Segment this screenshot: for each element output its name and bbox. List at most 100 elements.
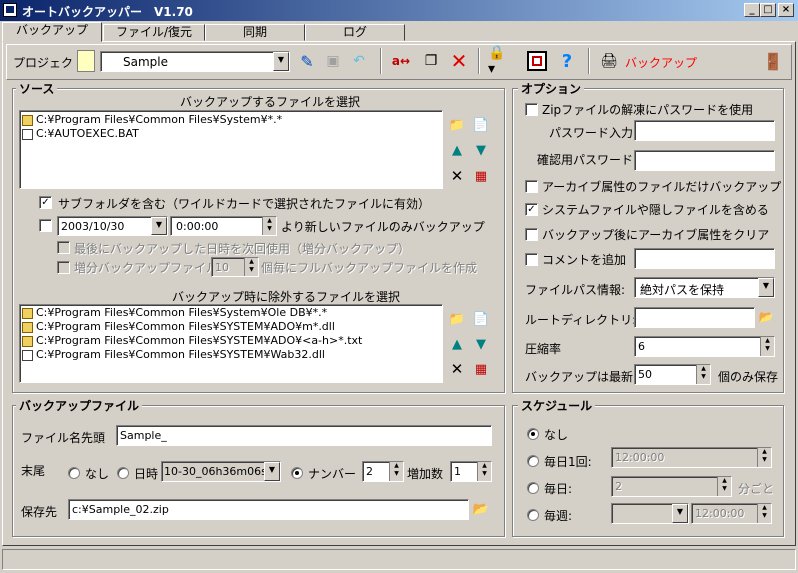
compression-input[interactable]: 6 ▲ ▼ [634,336,775,357]
confirm-password-input[interactable] [634,150,775,171]
chevron-down-icon[interactable]: ▼ [758,278,774,297]
password-label: パスワード入力 [549,126,634,140]
add-file-icon[interactable]: 📄 [472,310,490,328]
path-info-label: ファイルパス情報: [525,283,626,297]
project-select[interactable]: Sample ▼ [100,51,290,72]
spin-buttons[interactable]: ▲ ▼ [696,365,710,384]
list-item[interactable]: C:¥Program Files¥Common Files¥System¥Ole… [20,306,442,320]
project-label: プロジェクト [13,56,86,70]
spin-buttons[interactable]: ▲ ▼ [477,462,491,481]
spin-buttons[interactable]: ▲ ▼ [757,504,771,523]
list-item[interactable]: C:¥Program Files¥Common Files¥System¥*.* [20,113,442,127]
comment-input[interactable] [634,248,775,269]
path-info-select[interactable]: 絶対パスを保持 ▼ [634,277,775,298]
weekly-time-input[interactable]: 12:00:00 ▲ ▼ [691,503,772,524]
suffix-datetime-radio[interactable] [117,467,129,479]
remove-icon[interactable]: ✕ [448,167,466,185]
spin-buttons[interactable]: ▲ ▼ [262,217,276,235]
file-path: C:¥Program Files¥Common Files¥System¥Ole… [36,306,328,319]
schedule-daily-radio[interactable] [527,482,539,494]
delete-icon[interactable]: ✕ [448,49,470,73]
spin-buttons[interactable]: ▲ ▼ [244,258,258,276]
move-up-icon[interactable]: ▲ [448,335,466,353]
incremental-checkbox[interactable] [57,261,70,274]
spin-buttons[interactable]: ▲ ▼ [717,477,731,496]
incremental-count-input[interactable]: 10 ▲ ▼ [211,257,259,277]
window-icon[interactable] [527,51,547,71]
list-item[interactable]: C:¥Program Files¥Common Files¥SYSTEM¥ADO… [20,320,442,334]
dest-input[interactable]: c:¥Sample_02.zip [68,499,469,520]
tab-files-restore[interactable]: ファイル/復元 [103,24,205,41]
schedule-none-radio[interactable] [527,428,539,440]
increment-input[interactable]: 1 ▲ ▼ [450,461,492,482]
remove-icon[interactable]: ✕ [448,360,466,378]
undo-icon[interactable]: ↶ [348,50,370,72]
list-item[interactable]: C:¥Program Files¥Common Files¥SYSTEM¥ADO… [20,334,442,348]
add-file-icon[interactable]: 📄 [472,116,490,134]
root-dir-label: ルートディレクトリ: [525,313,637,327]
file-icon [22,128,33,140]
new-project-icon[interactable] [77,50,95,72]
edit-icon[interactable]: ✎ [296,50,318,72]
copy-icon[interactable]: ❐ [420,50,442,72]
suffix-number-label: ナンバー [308,467,357,481]
browse-folder-icon[interactable]: 📂 [757,308,775,326]
clear-list-icon[interactable]: ▦ [472,360,490,378]
list-item[interactable]: C:¥Program Files¥Common Files¥SYSTEM¥Wab… [20,348,442,362]
clear-archive-checkbox[interactable] [525,228,538,241]
archive-only-checkbox[interactable] [525,180,538,193]
last-backup-checkbox[interactable] [57,241,70,254]
daily-interval-input[interactable]: 2 ▲ ▼ [611,476,732,497]
backup-button[interactable]: バックアップ [625,54,697,71]
weekday-select[interactable]: ▼ [611,503,689,524]
clear-list-icon[interactable]: ▦ [472,167,490,185]
chevron-down-icon[interactable]: ▼ [151,217,167,235]
move-down-icon[interactable]: ▼ [472,141,490,159]
suffix-none-radio[interactable] [68,467,80,479]
zip-password-checkbox[interactable] [525,103,538,116]
source-file-list[interactable]: C:¥Program Files¥Common Files¥System¥*.*… [19,110,443,189]
lock-dropdown-icon[interactable]: 🔒▾ [488,45,510,77]
subfolder-checkbox[interactable]: ✓ [39,196,52,209]
minimize-button[interactable]: _ [744,3,760,17]
add-folder-icon[interactable]: 📁 [448,310,466,328]
date-filter-checkbox[interactable] [39,219,52,232]
exclude-file-list[interactable]: C:¥Program Files¥Common Files¥System¥Ole… [19,304,443,383]
move-down-icon[interactable]: ▼ [472,335,490,353]
schedule-weekly-radio[interactable] [527,509,539,521]
browse-folder-icon[interactable]: 📂 [472,500,490,518]
date-picker[interactable]: 2003/10/30 ▼ [57,216,168,236]
number-input[interactable]: 2 ▲ ▼ [362,461,404,482]
chevron-down-icon[interactable]: ▼ [273,52,289,71]
tab-backup[interactable]: バックアップ [2,22,102,42]
exit-icon[interactable]: 🚪 [762,50,784,72]
password-input[interactable] [634,120,775,141]
prefix-input[interactable]: Sample_ [116,425,492,446]
help-icon[interactable]: ? [556,50,578,72]
schedule-daily-once-radio[interactable] [527,455,539,467]
save-icon[interactable]: ▣ [322,50,344,72]
keep-count-input[interactable]: 50 ▲ ▼ [634,364,711,385]
spin-buttons[interactable]: ▲ ▼ [760,337,774,356]
system-files-checkbox[interactable]: ✓ [525,203,538,216]
tab-label: バックアップ [15,23,88,37]
list-item[interactable]: C:¥AUTOEXEC.BAT [20,127,442,141]
chevron-down-icon[interactable]: ▼ [672,504,688,523]
suffix-number-radio[interactable] [291,467,303,479]
tab-log[interactable]: ログ [305,24,405,41]
move-up-icon[interactable]: ▲ [448,141,466,159]
rename-icon[interactable]: a↔ [390,50,412,72]
chevron-down-icon[interactable]: ▼ [264,462,280,481]
datetime-format-select[interactable]: 10-30_06h36m06s ▼ [161,461,281,482]
maximize-button[interactable]: □ [760,3,776,17]
time-picker[interactable]: 0:00:00 ▲ ▼ [170,216,277,236]
tab-sync[interactable]: 同期 [205,24,305,41]
root-dir-input[interactable] [634,307,755,328]
spin-buttons[interactable]: ▲ ▼ [389,462,403,481]
daily-once-time-input[interactable]: 12:00:00 ▲ ▼ [611,447,772,468]
add-folder-icon[interactable]: 📁 [448,116,466,134]
backup-run-icon[interactable]: 🖨 [598,50,620,72]
close-button[interactable]: × [778,3,794,17]
comment-checkbox[interactable] [525,253,538,266]
spin-buttons[interactable]: ▲ ▼ [757,448,771,467]
